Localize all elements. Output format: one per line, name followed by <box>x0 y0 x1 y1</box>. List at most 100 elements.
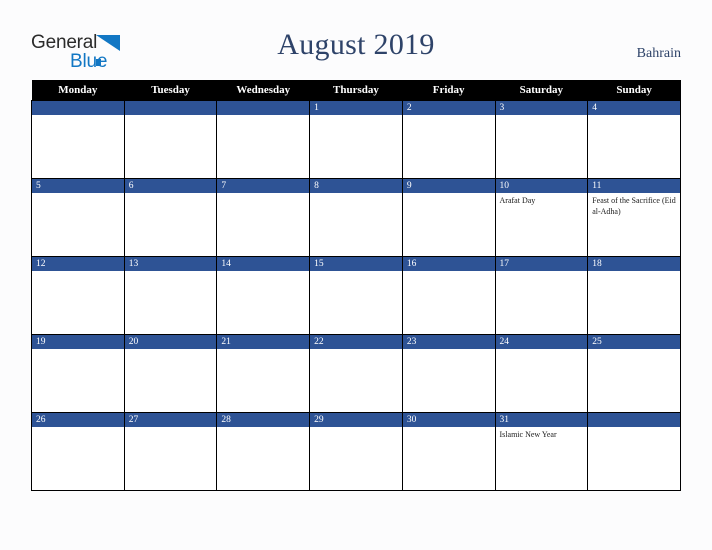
day-events: Feast of the Sacrifice (Eid al-Adha) <box>588 193 680 217</box>
calendar-day-cell-14[interactable]: 14 <box>216 256 311 335</box>
calendar-day-cell-5[interactable]: 5 <box>31 178 125 257</box>
calendar-day-cell-12[interactable]: 12 <box>31 256 125 335</box>
calendar-day-cell-13[interactable]: 13 <box>123 256 218 335</box>
calendar-day-cell-18[interactable]: 18 <box>587 256 681 335</box>
day-events <box>217 115 309 118</box>
calendar-day-cell-31[interactable]: 31 Islamic New Year <box>494 412 589 491</box>
calendar-day-cell-empty <box>216 100 311 179</box>
day-number: 8 <box>310 179 402 193</box>
day-events <box>217 427 309 430</box>
day-events <box>310 271 402 274</box>
calendar-day-cell-17[interactable]: 17 <box>494 256 589 335</box>
calendar-day-cell-11[interactable]: 11 Feast of the Sacrifice (Eid al-Adha) <box>587 178 681 257</box>
calendar-day-cell-22[interactable]: 22 <box>309 334 403 413</box>
day-events <box>403 427 495 430</box>
calendar-day-cell-10[interactable]: 10 Arafat Day <box>494 178 589 257</box>
day-events <box>403 193 495 196</box>
day-number: 9 <box>402 179 495 193</box>
day-number: 26 <box>32 413 124 427</box>
calendar-day-cell-28[interactable]: 28 <box>216 412 311 491</box>
weekday-header-friday: Friday <box>402 80 496 101</box>
day-events <box>125 115 217 118</box>
calendar-day-cell-1[interactable]: 1 <box>309 100 403 179</box>
weekday-header-tuesday: Tuesday <box>124 80 217 101</box>
day-events <box>125 193 217 196</box>
calendar-day-cell-3[interactable]: 3 <box>494 100 589 179</box>
day-number: 6 <box>124 179 217 193</box>
weekday-header-saturday: Saturday <box>495 80 588 101</box>
day-events: Arafat Day <box>496 193 588 207</box>
day-events <box>310 115 402 118</box>
region-label: Bahrain <box>636 46 681 61</box>
day-number: 3 <box>495 101 588 115</box>
day-events <box>125 427 217 430</box>
calendar-day-cell-21[interactable]: 21 <box>216 334 311 413</box>
calendar-week-row: 19 20 21 22 23 24 25 <box>31 334 681 413</box>
weekday-header-monday: Monday <box>31 80 125 101</box>
day-events <box>125 271 217 274</box>
holiday-event: Arafat Day <box>499 196 536 205</box>
calendar-day-cell-15[interactable]: 15 <box>309 256 403 335</box>
day-number: 31 <box>495 413 588 427</box>
day-events <box>32 271 124 274</box>
calendar-day-cell-6[interactable]: 6 <box>123 178 218 257</box>
day-number: 30 <box>402 413 495 427</box>
day-number <box>588 413 680 427</box>
weekday-header-thursday: Thursday <box>309 80 403 101</box>
day-events <box>588 115 680 118</box>
calendar-week-row: 5 6 7 8 9 10 Arafat Day 11 Feast of the Sacrific… <box>31 178 681 257</box>
day-number <box>217 101 310 115</box>
day-events <box>310 193 402 196</box>
day-events <box>496 271 588 274</box>
calendar-day-cell-9[interactable]: 9 <box>401 178 496 257</box>
day-events <box>217 349 309 352</box>
calendar-week-row: 1234 <box>31 100 681 179</box>
day-events <box>496 115 588 118</box>
calendar-day-cell-16[interactable]: 16 <box>401 256 496 335</box>
calendar-day-cell-26[interactable]: 26 <box>31 412 125 491</box>
calendar-body: 1 2 3 4 5 6 7 8 9 10 Arafat Day 11 Feast of the Sacr… <box>31 100 681 491</box>
calendar-day-cell-19[interactable]: 19 <box>31 334 125 413</box>
day-events <box>588 427 680 430</box>
calendar-day-cell-23[interactable]: 23 <box>401 334 496 413</box>
day-events <box>403 271 495 274</box>
calendar-day-cell-27[interactable]: 27 <box>123 412 218 491</box>
day-number: 7 <box>217 179 310 193</box>
calendar-day-cell-empty <box>587 412 681 491</box>
day-number: 27 <box>124 413 217 427</box>
day-events <box>588 271 680 274</box>
calendar-day-cell-7[interactable]: 7 <box>216 178 311 257</box>
calendar-day-cell-4[interactable]: 4 <box>587 100 681 179</box>
day-events <box>496 349 588 352</box>
holiday-event: Islamic New Year <box>499 430 557 439</box>
day-number: 20 <box>124 335 217 349</box>
day-events <box>217 271 309 274</box>
day-number: 16 <box>402 257 495 271</box>
day-number: 23 <box>402 335 495 349</box>
calendar-day-cell-empty <box>31 100 125 179</box>
calendar-day-cell-20[interactable]: 20 <box>123 334 218 413</box>
holiday-event: Feast of the Sacrifice (Eid al-Adha) <box>592 196 676 216</box>
day-events <box>403 349 495 352</box>
calendar-day-cell-8[interactable]: 8 <box>309 178 403 257</box>
day-number: 17 <box>495 257 588 271</box>
day-number: 19 <box>32 335 124 349</box>
day-number: 14 <box>217 257 310 271</box>
day-events <box>310 427 402 430</box>
page-header: General Blue August 2019 Bahrain <box>0 0 712 80</box>
day-number: 4 <box>588 101 680 115</box>
calendar-day-cell-25[interactable]: 25 <box>587 334 681 413</box>
day-number: 2 <box>402 101 495 115</box>
calendar-day-cell-2[interactable]: 2 <box>401 100 496 179</box>
calendar-day-cell-24[interactable]: 24 <box>494 334 589 413</box>
day-number: 1 <box>310 101 402 115</box>
day-events: Islamic New Year <box>496 427 588 441</box>
day-events <box>217 193 309 196</box>
weekday-header-sunday: Sunday <box>587 80 681 101</box>
day-events <box>588 349 680 352</box>
calendar-week-row: 12 13 14 15 16 17 18 <box>31 256 681 335</box>
day-events <box>32 115 124 118</box>
day-events <box>32 427 124 430</box>
calendar-day-cell-30[interactable]: 30 <box>401 412 496 491</box>
calendar-day-cell-29[interactable]: 29 <box>309 412 403 491</box>
